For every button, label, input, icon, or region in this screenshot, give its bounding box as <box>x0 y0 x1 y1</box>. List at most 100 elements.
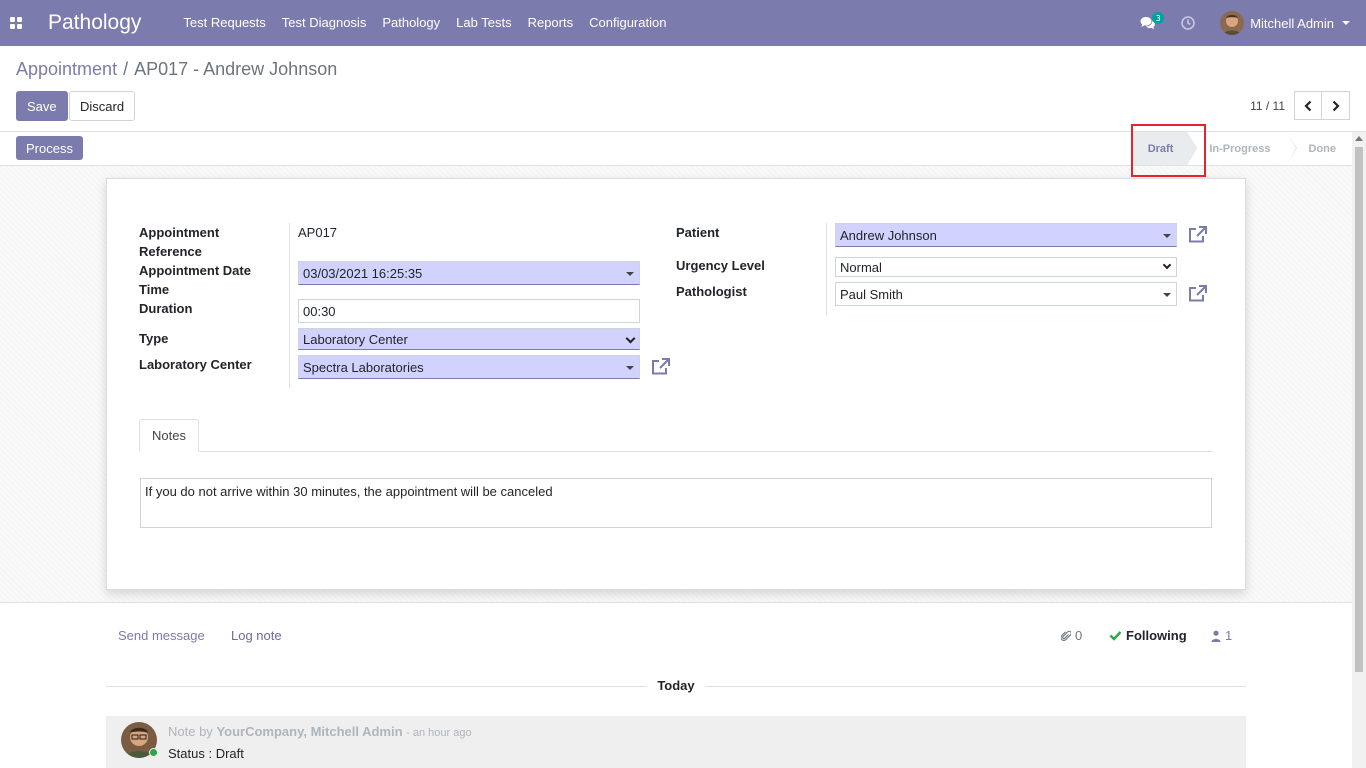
menu-pathology[interactable]: Pathology <box>374 0 448 46</box>
user-menu[interactable]: Mitchell Admin <box>1206 11 1366 35</box>
apps-menu-icon[interactable] <box>0 0 32 46</box>
send-message-button[interactable]: Send message <box>118 628 205 643</box>
following-label: Following <box>1126 628 1187 643</box>
caret-down-icon <box>1163 234 1171 238</box>
left-group-separator <box>289 223 290 388</box>
date-separator-label: Today <box>657 678 695 693</box>
stage-draft-label: Draft <box>1147 142 1174 155</box>
check-icon <box>1109 631 1122 641</box>
pathologist-value: Paul Smith <box>840 286 903 302</box>
type-select[interactable]: Laboratory Center <box>298 328 640 350</box>
stage-in-progress-label: In-Progress <box>1209 142 1271 155</box>
breadcrumb-separator: / <box>123 59 129 79</box>
breadcrumb-current: AP017 - Andrew Johnson <box>134 59 338 79</box>
chat-badge: 3 <box>1152 12 1165 24</box>
type-value: Laboratory Center <box>303 331 408 347</box>
pager-value[interactable]: 11 / 11 <box>1250 99 1285 113</box>
caret-down-icon <box>626 366 634 370</box>
pathologist-field[interactable]: Paul Smith <box>835 282 1177 306</box>
appointment-reference-label-line1: Appointment <box>139 225 220 240</box>
user-name: Mitchell Admin <box>1250 15 1334 31</box>
pager-previous-button[interactable] <box>1294 91 1322 120</box>
appointment-reference-label-line2: Reference <box>139 244 202 259</box>
app-brand[interactable]: Pathology <box>48 11 141 35</box>
separator-line <box>705 686 1246 687</box>
breadcrumb: Appointment / AP017 - Andrew Johnson <box>16 59 337 80</box>
separator-line <box>106 686 647 687</box>
right-group-separator <box>826 223 827 315</box>
laboratory-center-value: Spectra Laboratories <box>303 359 424 375</box>
status-stages: Draft In-Progress Done <box>1131 132 1352 165</box>
followers-button[interactable]: 1 <box>1211 628 1232 643</box>
duration-field[interactable]: 00:30 <box>298 299 640 323</box>
external-link-icon[interactable] <box>651 358 671 378</box>
user-icon <box>1211 630 1221 642</box>
menu-lab-tests[interactable]: Lab Tests <box>448 0 519 46</box>
notes-textarea[interactable]: If you do not arrive within 30 minutes, … <box>140 478 1212 528</box>
navbar-systray: 3 Mitchell Admin <box>1126 0 1366 46</box>
menu-configuration[interactable]: Configuration <box>581 0 674 46</box>
breadcrumb-appointment[interactable]: Appointment <box>16 59 117 80</box>
appointment-reference-value: AP017 <box>298 225 338 240</box>
online-status-icon <box>149 748 158 757</box>
stage-in-progress[interactable]: In-Progress <box>1187 132 1297 165</box>
following-button[interactable]: Following <box>1109 628 1187 643</box>
appointment-date-field[interactable]: 03/03/2021 16:25:35 <box>298 261 640 285</box>
chatter-topbar: Send message Log note 0 Following 1 <box>106 620 1246 650</box>
appointment-reference-label: Appointment Reference <box>139 223 219 261</box>
chevron-down-icon <box>625 333 636 344</box>
paperclip-icon <box>1061 630 1071 641</box>
chevron-down-icon <box>1162 260 1172 270</box>
type-label: Type <box>139 331 169 346</box>
message-author[interactable]: YourCompany, Mitchell Admin <box>216 724 402 739</box>
log-note-button[interactable]: Log note <box>231 628 282 643</box>
discard-button[interactable]: Discard <box>69 91 136 121</box>
patient-label: Patient <box>676 225 720 240</box>
appointment-date-label-line2: Time <box>139 282 170 297</box>
message-time: - an hour ago <box>406 727 472 739</box>
urgency-level-select[interactable]: Normal <box>835 257 1177 277</box>
scroll-up-arrow-icon[interactable] <box>1355 136 1363 141</box>
chat-icon[interactable]: 3 <box>1126 0 1170 46</box>
form-statusbar: Process Draft In-Progress Done <box>0 132 1352 166</box>
tab-notes[interactable]: Notes <box>139 419 199 452</box>
urgency-level-value: Normal <box>840 259 882 275</box>
date-separator: Today <box>106 676 1246 696</box>
stage-draft[interactable]: Draft <box>1131 132 1198 165</box>
caret-down-icon <box>626 272 634 276</box>
message-body: Status : Draft <box>168 746 244 761</box>
scrollbar[interactable] <box>1352 132 1366 768</box>
message-header: Note by YourCompany, Mitchell Admin - an… <box>168 724 472 739</box>
followers-count: 1 <box>1225 628 1233 643</box>
patient-field[interactable]: Andrew Johnson <box>835 223 1177 247</box>
chevron-right-icon <box>1332 100 1340 111</box>
attachments-button[interactable]: 0 <box>1061 628 1082 643</box>
save-button[interactable]: Save <box>16 91 68 121</box>
pager-next-button[interactable] <box>1322 91 1350 120</box>
caret-down-icon <box>1163 293 1171 297</box>
laboratory-center-field[interactable]: Spectra Laboratories <box>298 355 640 379</box>
process-button[interactable]: Process <box>16 136 83 160</box>
menu-reports[interactable]: Reports <box>520 0 582 46</box>
menu-test-diagnosis[interactable]: Test Diagnosis <box>274 0 375 46</box>
pager: 11 / 11 <box>1250 91 1350 120</box>
urgency-level-label: Urgency Level <box>676 258 765 273</box>
activity-clock-icon[interactable] <box>1170 0 1206 46</box>
menu-test-requests[interactable]: Test Requests <box>175 0 273 46</box>
appointment-date-label-line1: Appointment Date <box>139 263 251 278</box>
patient-value: Andrew Johnson <box>840 227 937 243</box>
message-kind: Note by <box>168 724 213 739</box>
external-link-icon[interactable] <box>1188 226 1208 246</box>
duration-label: Duration <box>139 301 193 316</box>
appointment-date-label: Appointment Date Time <box>139 261 251 299</box>
chevron-down-icon <box>1342 21 1350 25</box>
form-sheet: Appointment Reference AP017 Appointment … <box>106 178 1246 590</box>
user-avatar <box>1220 11 1245 35</box>
scroll-thumb[interactable] <box>1355 147 1363 672</box>
external-link-icon[interactable] <box>1188 285 1208 305</box>
notebook-tabs: Notes <box>139 419 1213 452</box>
attachments-count: 0 <box>1075 628 1083 643</box>
top-navbar: Pathology Test Requests Test Diagnosis P… <box>0 0 1366 46</box>
appointment-date-value: 03/03/2021 16:25:35 <box>303 265 423 281</box>
pathologist-label: Pathologist <box>676 284 747 299</box>
